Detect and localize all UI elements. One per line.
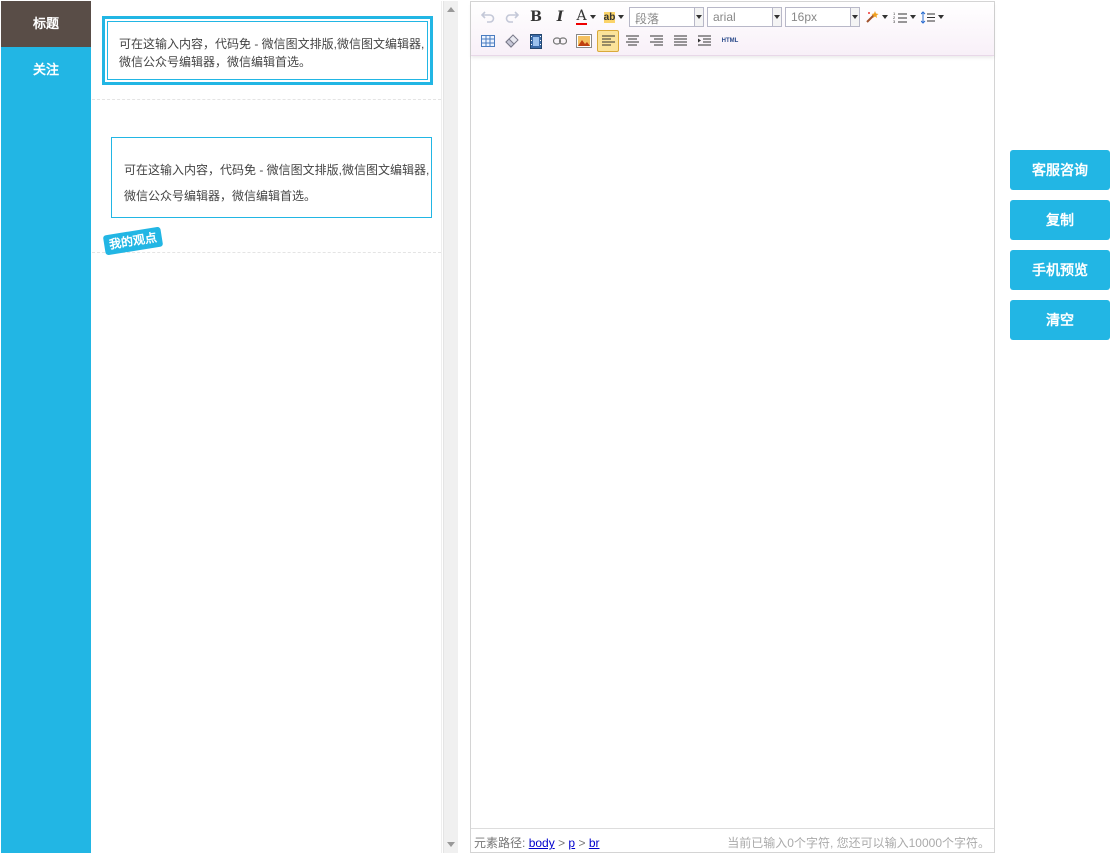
path-link-body[interactable]: body bbox=[529, 836, 555, 850]
html-source-icon: HTML bbox=[721, 38, 739, 44]
align-center-icon[interactable] bbox=[621, 30, 643, 52]
link-icon[interactable] bbox=[549, 30, 571, 52]
template-panel: 可在这输入内容，代码免 - 微信图文排版,微信图文编辑器,微信公众号编辑器，微信… bbox=[92, 1, 442, 853]
toolbar-row-2: HTML bbox=[477, 29, 994, 53]
font-color-button[interactable]: A bbox=[573, 6, 599, 28]
template-frame-double-border: 可在这输入内容，代码免 - 微信图文排版,微信图文编辑器,微信公众号编辑器，微信… bbox=[102, 16, 433, 85]
editor-content-area[interactable] bbox=[471, 56, 994, 830]
editor-toolbar: B I A ab 段落 arial 16px 123 HTML bbox=[471, 2, 994, 56]
path-separator: > bbox=[578, 836, 586, 850]
template-item[interactable]: 可在这输入内容，代码免 - 微信图文排版,微信图文编辑器,微信公众号编辑器，微信… bbox=[92, 100, 441, 256]
magic-wand-icon bbox=[865, 11, 878, 23]
magic-wand-button[interactable] bbox=[863, 6, 889, 28]
line-height-icon bbox=[920, 10, 935, 24]
rich-text-editor: B I A ab 段落 arial 16px 123 HTML 元素路径: bo… bbox=[470, 1, 995, 853]
eraser-icon[interactable] bbox=[501, 30, 523, 52]
align-right-icon[interactable] bbox=[645, 30, 667, 52]
path-link-p[interactable]: p bbox=[568, 836, 575, 850]
html-source-button[interactable]: HTML bbox=[717, 30, 743, 52]
template-box: 可在这输入内容，代码免 - 微信图文排版,微信图文编辑器,微信公众号编辑器，微信… bbox=[111, 137, 432, 218]
scroll-down-arrow-icon[interactable] bbox=[447, 842, 455, 847]
template-text: 可在这输入内容，代码免 - 微信图文排版,微信图文编辑器,微信公众号编辑器，微信… bbox=[124, 163, 430, 203]
table-icon[interactable] bbox=[477, 30, 499, 52]
clear-button[interactable]: 清空 bbox=[1010, 300, 1110, 340]
scroll-up-arrow-icon[interactable] bbox=[447, 7, 455, 12]
svg-text:3: 3 bbox=[893, 19, 896, 24]
editor-statusbar: 元素路径: body > p > br 当前已输入0个字符, 您还可以输入100… bbox=[471, 828, 994, 852]
mobile-preview-button[interactable]: 手机预览 bbox=[1010, 250, 1110, 290]
image-icon[interactable] bbox=[573, 30, 595, 52]
indent-icon[interactable] bbox=[693, 30, 715, 52]
font-size-select[interactable]: 16px bbox=[785, 7, 860, 27]
bold-button[interactable]: B bbox=[525, 6, 547, 28]
align-left-icon[interactable] bbox=[597, 30, 619, 52]
italic-button[interactable]: I bbox=[549, 6, 571, 28]
back-color-button[interactable]: ab bbox=[601, 6, 627, 28]
template-text: 可在这输入内容，代码免 - 微信图文排版,微信图文编辑器,微信公众号编辑器，微信… bbox=[119, 37, 425, 69]
toolbar-row-1: B I A ab 段落 arial 16px 123 bbox=[477, 5, 994, 29]
video-icon[interactable] bbox=[525, 30, 547, 52]
category-sidebar: 标题 关注 bbox=[1, 1, 91, 853]
redo-icon[interactable] bbox=[501, 6, 523, 28]
undo-icon[interactable] bbox=[477, 6, 499, 28]
customer-service-button[interactable]: 客服咨询 bbox=[1010, 150, 1110, 190]
template-scrollbar[interactable] bbox=[443, 1, 458, 853]
copy-button[interactable]: 复制 bbox=[1010, 200, 1110, 240]
font-family-select[interactable]: arial bbox=[707, 7, 782, 27]
ordered-list-button[interactable]: 123 bbox=[891, 6, 917, 28]
element-path-label: 元素路径: bbox=[474, 836, 526, 850]
align-justify-icon[interactable] bbox=[669, 30, 691, 52]
action-buttons: 客服咨询 复制 手机预览 清空 bbox=[1010, 150, 1110, 350]
sidebar-item-follow[interactable]: 关注 bbox=[1, 47, 91, 93]
template-frame-inner: 可在这输入内容，代码免 - 微信图文排版,微信图文编辑器,微信公众号编辑器，微信… bbox=[107, 21, 428, 80]
ordered-list-icon: 123 bbox=[893, 11, 907, 24]
template-item[interactable]: 可在这输入内容，代码免 - 微信图文排版,微信图文编辑器,微信公众号编辑器，微信… bbox=[92, 1, 441, 100]
paragraph-select[interactable]: 段落 bbox=[629, 7, 704, 27]
highlight-icon: ab bbox=[603, 11, 616, 23]
path-separator: > bbox=[558, 836, 566, 850]
path-link-br[interactable]: br bbox=[589, 836, 600, 850]
word-count: 当前已输入0个字符, 您还可以输入10000个字符。 bbox=[727, 836, 990, 850]
element-path: 元素路径: body > p > br bbox=[474, 834, 599, 852]
template-tag: 我的观点 bbox=[102, 226, 164, 256]
font-color-icon: A bbox=[576, 8, 587, 25]
sidebar-item-title[interactable]: 标题 bbox=[1, 1, 91, 47]
line-height-button[interactable] bbox=[919, 6, 945, 28]
